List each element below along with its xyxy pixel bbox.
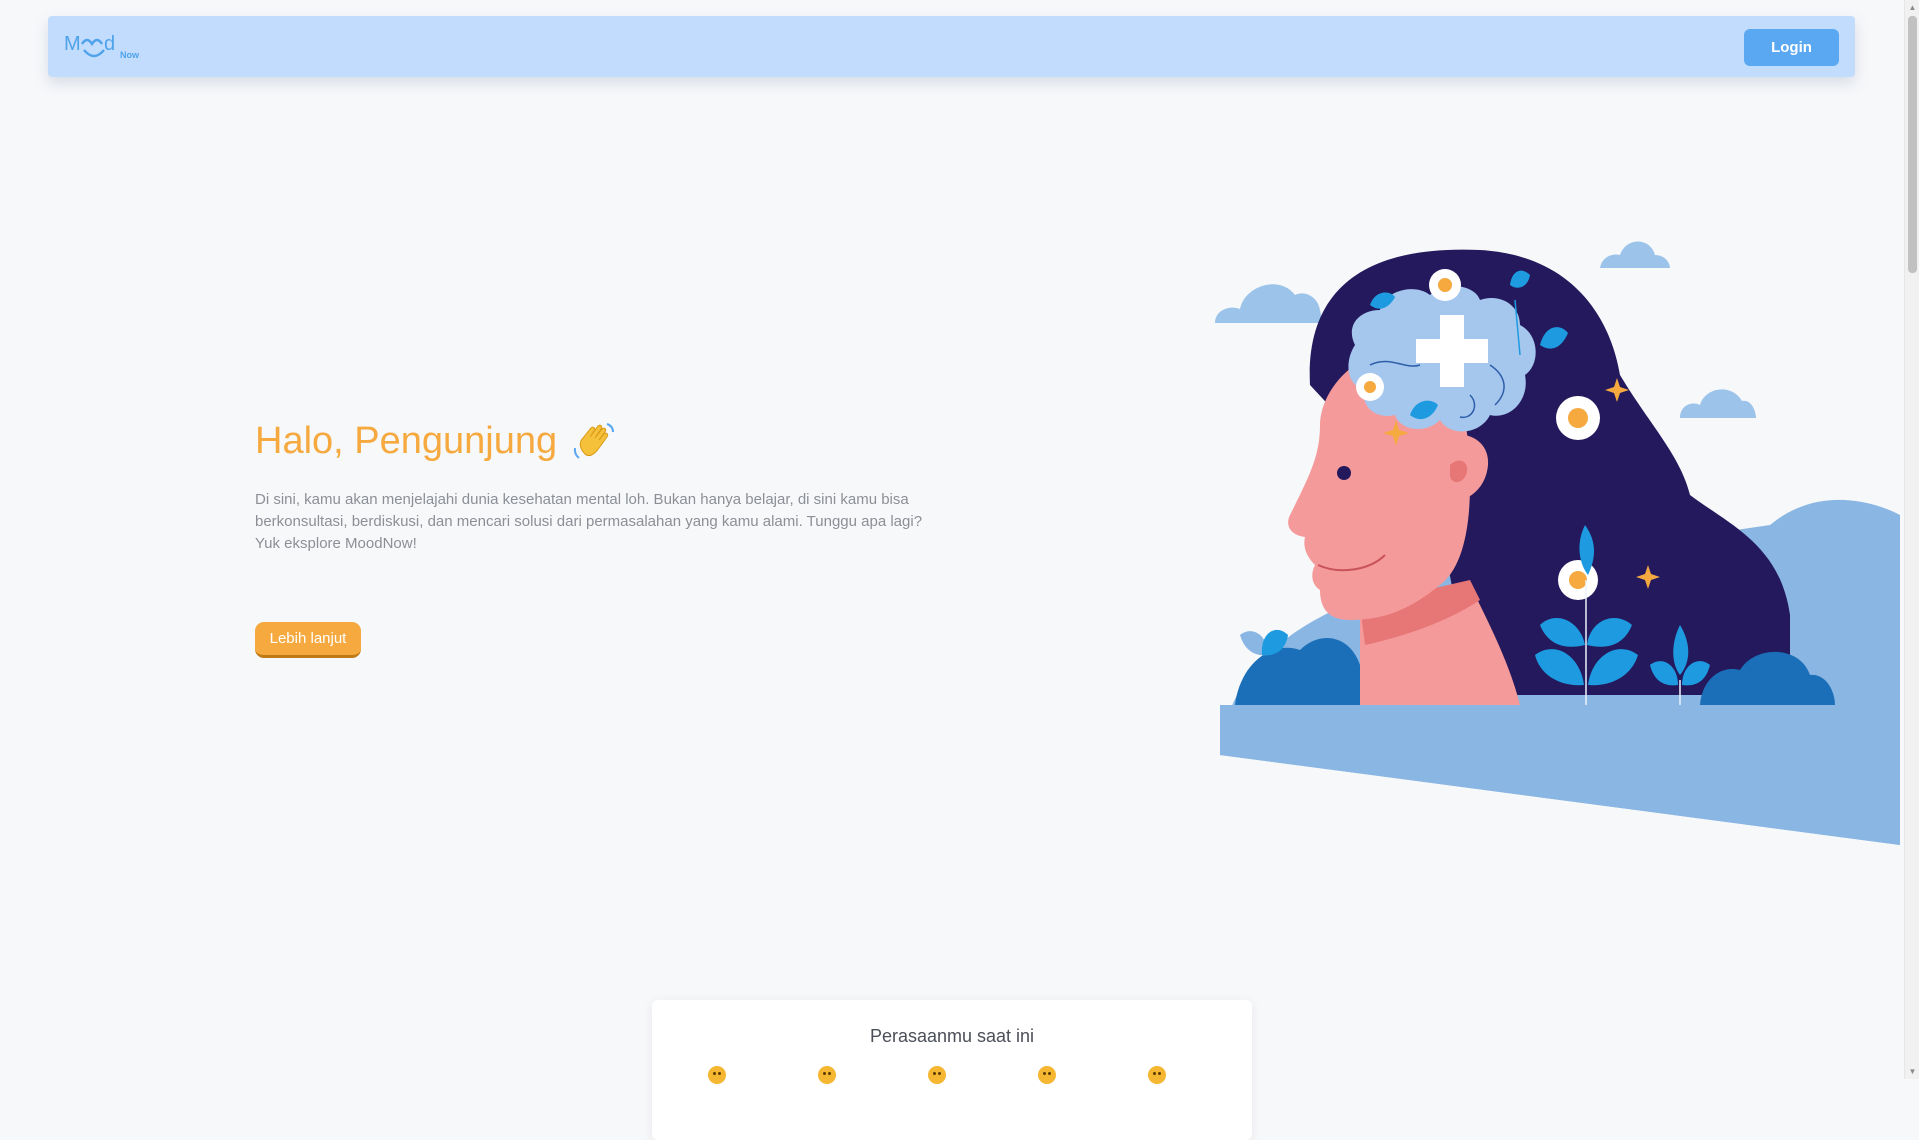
page-scrollbar[interactable]: ▲ ▼	[1904, 0, 1919, 1079]
hero-description: Di sini, kamu akan menjelajahi dunia kes…	[255, 491, 923, 552]
scroll-up-arrow-icon[interactable]: ▲	[1908, 3, 1917, 12]
sad-emoji[interactable]	[818, 1066, 836, 1084]
mood-title: Perasaanmu saat ini	[869, 1026, 1035, 1046]
svg-text:d: d	[104, 33, 115, 55]
learn-more-button[interactable]: Lebih lanjut	[255, 622, 361, 658]
navbar: M d Now Login	[48, 16, 1855, 77]
waving-hand-icon	[573, 423, 615, 459]
login-button[interactable]: Login	[1744, 29, 1839, 66]
mood-options	[708, 1066, 1166, 1084]
moodnow-logo[interactable]: M d Now	[64, 30, 148, 66]
scroll-down-arrow-icon[interactable]: ▼	[1908, 1067, 1917, 1076]
happy-emoji[interactable]	[1038, 1066, 1056, 1084]
very-sad-emoji[interactable]	[708, 1066, 726, 1084]
hero-title-text: Halo, Pengunjung	[255, 419, 558, 462]
very-happy-emoji[interactable]	[1148, 1066, 1166, 1084]
scroll-thumb[interactable]	[1908, 16, 1917, 273]
neutral-emoji[interactable]	[928, 1066, 946, 1084]
mood-card: Perasaanmu saat ini	[652, 1000, 1252, 1140]
mental-health-illustration	[1215, 241, 1900, 845]
svg-text:M: M	[64, 33, 81, 55]
logo-mark-icon: M d	[64, 33, 115, 58]
hero-title: Halo, Pengunjung	[255, 418, 617, 464]
logo-subtext: Now	[120, 50, 139, 60]
